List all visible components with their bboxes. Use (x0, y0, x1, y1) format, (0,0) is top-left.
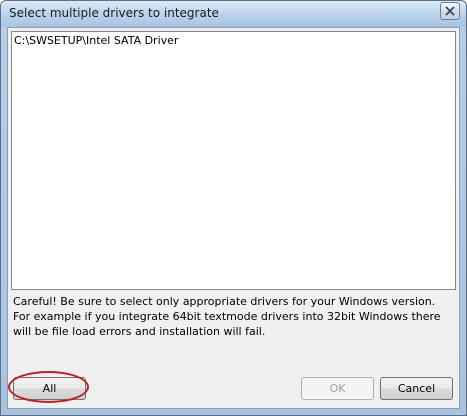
title-bar[interactable]: Select multiple drivers to integrate (1, 1, 466, 27)
window-title: Select multiple drivers to integrate (9, 6, 219, 20)
dialog-window: Select multiple drivers to integrate C:\… (0, 0, 467, 416)
cancel-button[interactable]: Cancel (380, 377, 453, 400)
ok-button[interactable]: OK (301, 377, 374, 400)
list-item[interactable]: C:\SWSETUP\Intel SATA Driver (14, 34, 178, 47)
close-button[interactable] (440, 2, 460, 20)
warning-message: Careful! Be sure to select only appropri… (13, 295, 441, 338)
driver-listbox[interactable]: C:\SWSETUP\Intel SATA Driver (11, 31, 456, 290)
dialog-client-area: C:\SWSETUP\Intel SATA Driver Careful! Be… (7, 27, 460, 409)
all-button[interactable]: All (13, 377, 86, 400)
close-icon (445, 6, 455, 16)
